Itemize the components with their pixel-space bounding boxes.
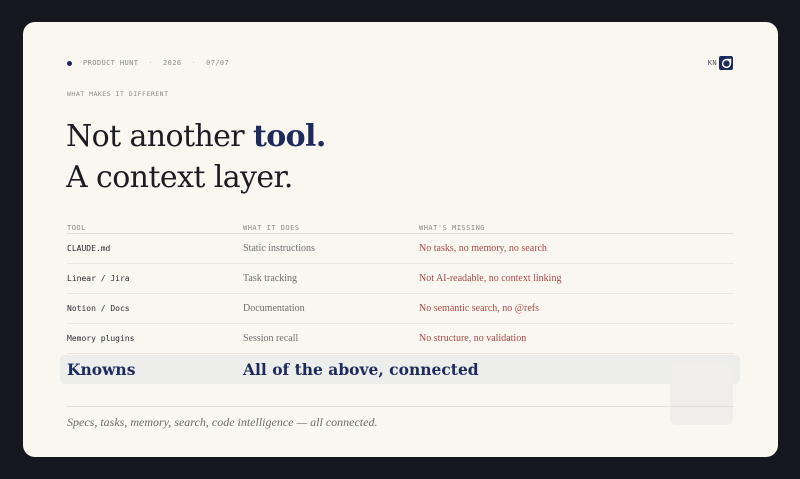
brand-label: KN <box>707 59 717 67</box>
source-label: PRODUCT HUNT <box>83 59 139 67</box>
missing-cell: No structure, no validation <box>419 323 734 354</box>
title-line-1: Not another tool. <box>66 116 326 157</box>
separator: · <box>148 59 153 67</box>
footnote: Specs, tasks, memory, search, code intel… <box>67 415 378 429</box>
tool-cell: Memory plugins <box>67 323 243 354</box>
title-line-2: A context layer. <box>66 160 293 195</box>
title-prefix: Not another <box>66 119 245 154</box>
brand-mark: KN <box>708 56 733 70</box>
does-cell: Static instructions <box>243 233 419 264</box>
table-row: Linear / Jira Task tracking Not AI-reada… <box>67 263 734 294</box>
missing-cell: Not AI-readable, no context linking <box>419 263 734 294</box>
table-header-row: TOOL WHAT IT DOES WHAT'S MISSING <box>67 215 734 234</box>
highlight-tool: Knowns <box>67 360 136 379</box>
bullet-dot-icon <box>67 60 72 66</box>
slide-meta: PRODUCT HUNT · 2026 · 07/07 <box>67 57 229 69</box>
tool-cell: CLAUDE.md <box>67 233 243 264</box>
missing-cell: No semantic search, no @refs <box>419 293 734 324</box>
table-row: CLAUDE.md Static instructions No tasks, … <box>67 233 734 264</box>
column-header-missing: WHAT'S MISSING <box>419 215 734 234</box>
missing-cell: No tasks, no memory, no search <box>419 233 734 264</box>
does-cell: Task tracking <box>243 263 419 294</box>
separator: · <box>191 59 197 67</box>
knowns-logo-icon <box>719 56 733 70</box>
divider <box>67 406 734 407</box>
table-row: Memory plugins Session recall No structu… <box>67 323 734 354</box>
page-title: Not another tool. A context layer. <box>66 116 326 198</box>
slide-number: 07/07 <box>206 59 230 67</box>
column-header-does: WHAT IT DOES <box>243 215 419 234</box>
does-cell: Documentation <box>243 293 419 324</box>
highlight-row: Knowns All of the above, connected <box>67 360 479 380</box>
table-row: Notion / Docs Documentation No semantic … <box>67 293 734 324</box>
highlight-does: All of the above, connected <box>243 360 479 379</box>
column-header-tool: TOOL <box>67 215 243 234</box>
year-label: 2026 <box>163 59 182 67</box>
tool-cell: Linear / Jira <box>67 263 243 294</box>
does-cell: Session recall <box>243 323 419 354</box>
section-eyebrow: WHAT MAKES IT DIFFERENT <box>67 90 169 98</box>
slide-card: PRODUCT HUNT · 2026 · 07/07 KN WHAT MAKE… <box>23 22 778 457</box>
ghost-overlay <box>670 363 733 425</box>
comparison-table: TOOL WHAT IT DOES WHAT'S MISSING CLAUDE.… <box>67 215 734 354</box>
title-accent: tool. <box>252 119 326 154</box>
tool-cell: Notion / Docs <box>67 293 243 324</box>
